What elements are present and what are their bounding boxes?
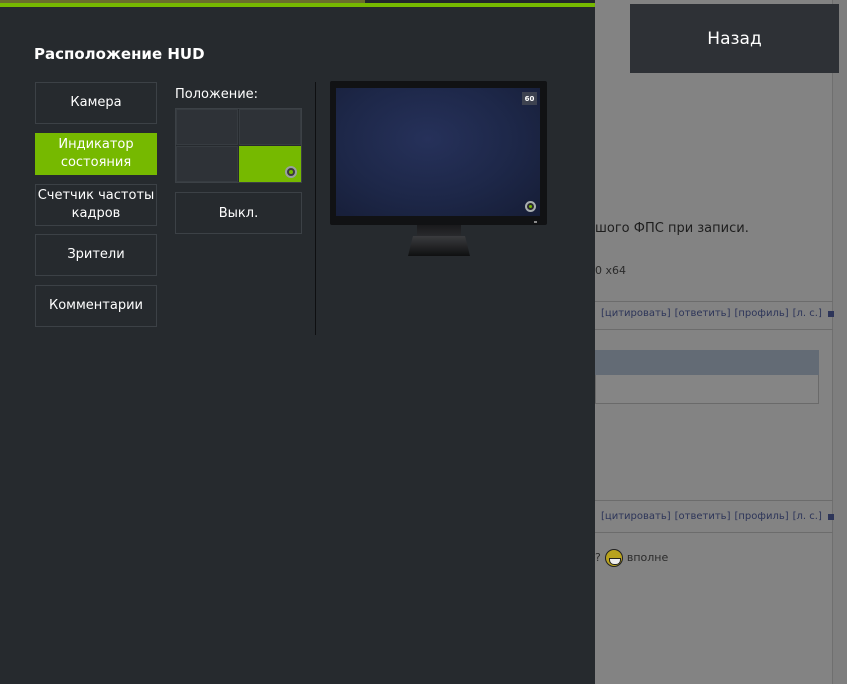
off-button[interactable]: Выкл. <box>175 192 302 234</box>
square-icon <box>827 513 834 520</box>
vertical-divider <box>315 82 316 335</box>
panel-title: Расположение HUD <box>34 45 205 63</box>
position-cell-bottom-right[interactable] <box>239 146 301 182</box>
reply-prefix: ? <box>595 551 601 564</box>
back-button[interactable]: Назад <box>630 4 839 73</box>
monitor-preview: 60 <box>330 81 547 225</box>
square-icon <box>827 310 834 317</box>
menu-item-status-indicator[interactable]: Индикатор состояния <box>35 133 157 175</box>
position-cell-top-right[interactable] <box>239 109 301 145</box>
menu-item-viewers[interactable]: Зрители <box>35 234 157 276</box>
reply-link[interactable]: [ответить] <box>675 511 731 522</box>
background-text-line: шого ФПС при записи. <box>595 221 749 236</box>
background-separator <box>595 532 833 533</box>
background-reply-line: ? вполне <box>595 549 825 567</box>
position-grid <box>175 108 302 183</box>
grin-smiley-icon <box>604 549 623 567</box>
quote-link[interactable]: [цитировать] <box>601 308 671 319</box>
position-cell-bottom-left[interactable] <box>176 146 238 182</box>
profile-link[interactable]: [профиль] <box>734 511 788 522</box>
background-separator <box>595 500 833 501</box>
reply-text: вполне <box>626 551 669 564</box>
profile-link[interactable]: [профиль] <box>734 308 788 319</box>
power-led <box>534 221 537 223</box>
fps-counter-badge: 60 <box>522 92 537 105</box>
background-quote-body <box>595 375 819 404</box>
monitor-stand-base <box>408 236 470 256</box>
background-post-actions: [цитировать] [ответить] [профиль] [л. с.… <box>601 511 834 522</box>
background-separator <box>595 329 833 330</box>
status-indicator-icon <box>285 166 297 178</box>
position-cell-top-left[interactable] <box>176 109 238 145</box>
menu-item-comments[interactable]: Комментарии <box>35 285 157 327</box>
reply-link[interactable]: [ответить] <box>675 308 731 319</box>
menu-item-camera[interactable]: Камера <box>35 82 157 124</box>
pm-link[interactable]: [л. с.] <box>793 511 822 522</box>
background-text-line: 0 x64 <box>595 264 627 277</box>
background-quote-header <box>595 350 819 375</box>
pm-link[interactable]: [л. с.] <box>793 308 822 319</box>
background-content-column <box>595 0 833 684</box>
quote-link[interactable]: [цитировать] <box>601 511 671 522</box>
menu-item-fps-counter[interactable]: Счетчик частоты кадров <box>35 184 157 226</box>
background-post-actions: [цитировать] [ответить] [профиль] [л. с.… <box>601 308 834 319</box>
position-label: Положение: <box>175 87 259 102</box>
background-separator <box>595 301 833 302</box>
preview-screen: 60 <box>336 88 540 216</box>
monitor-stand-neck <box>417 225 461 237</box>
status-indicator-icon <box>525 201 536 212</box>
